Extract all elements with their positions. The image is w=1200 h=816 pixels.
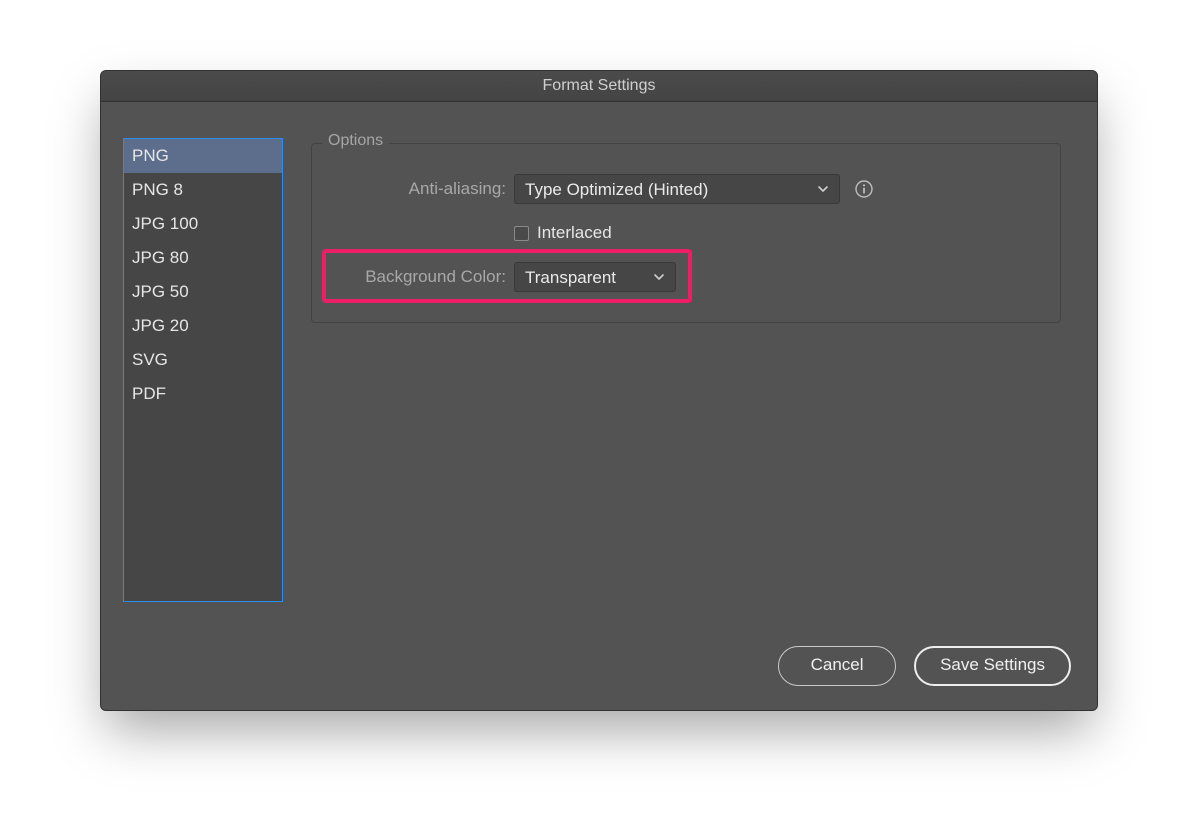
list-item-label: JPG 50 xyxy=(132,282,189,301)
background-color-row: Background Color: Transparent xyxy=(328,258,1044,296)
anti-aliasing-select[interactable]: Type Optimized (Hinted) xyxy=(514,174,840,204)
cancel-button[interactable]: Cancel xyxy=(778,646,896,686)
chevron-down-icon xyxy=(817,183,829,195)
format-item-png[interactable]: PNG xyxy=(124,139,282,173)
list-item-label: PNG xyxy=(132,146,169,165)
anti-aliasing-value: Type Optimized (Hinted) xyxy=(525,180,708,199)
interlaced-label: Interlaced xyxy=(537,223,612,243)
format-item-jpg50[interactable]: JPG 50 xyxy=(124,275,282,309)
background-color-value: Transparent xyxy=(525,268,616,287)
list-item-label: SVG xyxy=(132,350,168,369)
interlaced-row: Interlaced xyxy=(328,214,1044,252)
format-settings-dialog: Format Settings PNG PNG 8 JPG 100 JPG 80… xyxy=(100,70,1098,711)
anti-aliasing-row: Anti-aliasing: Type Optimized (Hinted) xyxy=(328,170,1044,208)
chevron-down-icon xyxy=(653,271,665,283)
interlaced-checkbox[interactable] xyxy=(514,226,529,241)
background-color-select[interactable]: Transparent xyxy=(514,262,676,292)
format-item-png8[interactable]: PNG 8 xyxy=(124,173,282,207)
format-item-jpg100[interactable]: JPG 100 xyxy=(124,207,282,241)
format-item-pdf[interactable]: PDF xyxy=(124,377,282,411)
anti-aliasing-label: Anti-aliasing: xyxy=(328,179,514,199)
save-settings-button[interactable]: Save Settings xyxy=(914,646,1071,686)
options-panel: Options Anti-aliasing: Type Optimized (H… xyxy=(311,143,1061,323)
list-item-label: JPG 80 xyxy=(132,248,189,267)
dialog-body: PNG PNG 8 JPG 100 JPG 80 JPG 50 JPG 20 S… xyxy=(101,101,1097,710)
format-item-jpg80[interactable]: JPG 80 xyxy=(124,241,282,275)
dialog-title: Format Settings xyxy=(101,71,1097,102)
list-item-label: PNG 8 xyxy=(132,180,183,199)
list-item-label: JPG 20 xyxy=(132,316,189,335)
options-legend: Options xyxy=(322,132,389,150)
format-list[interactable]: PNG PNG 8 JPG 100 JPG 80 JPG 50 JPG 20 S… xyxy=(123,138,283,602)
background-color-label: Background Color: xyxy=(328,267,514,287)
list-item-label: PDF xyxy=(132,384,166,403)
list-item-label: JPG 100 xyxy=(132,214,198,233)
info-icon[interactable] xyxy=(854,179,874,199)
format-item-jpg20[interactable]: JPG 20 xyxy=(124,309,282,343)
format-item-svg[interactable]: SVG xyxy=(124,343,282,377)
dialog-buttons: Cancel Save Settings xyxy=(778,646,1071,686)
